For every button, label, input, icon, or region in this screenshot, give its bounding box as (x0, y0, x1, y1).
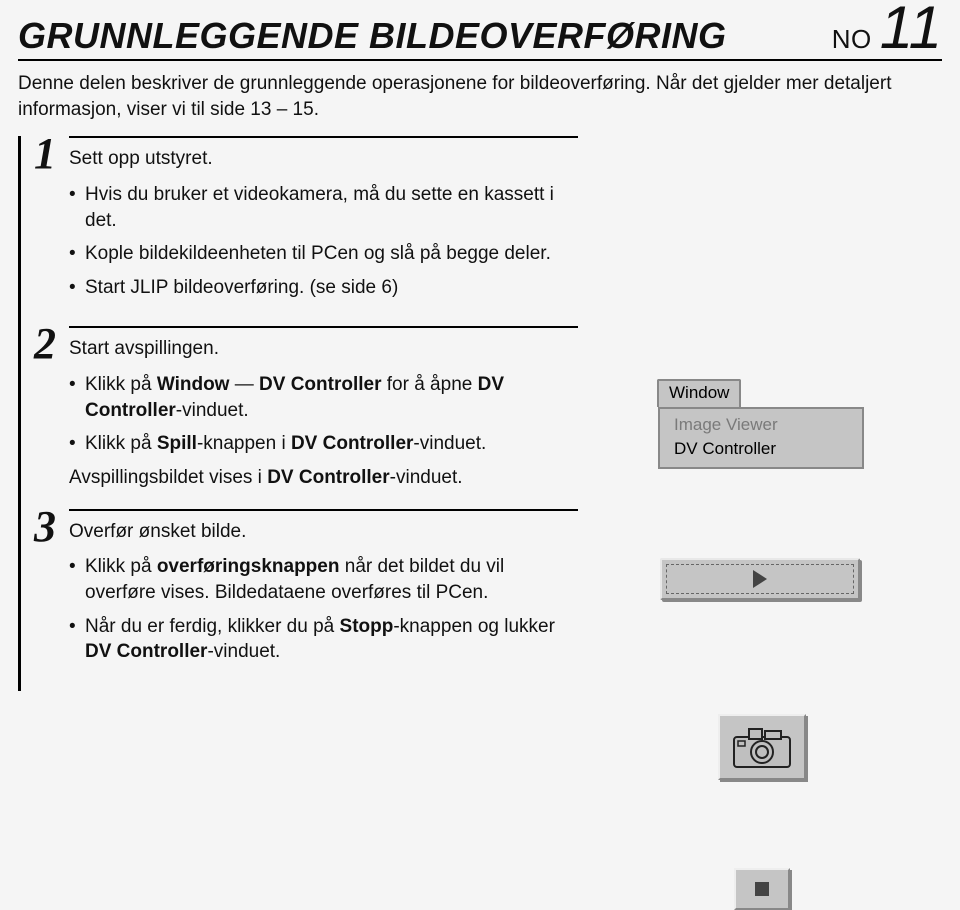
list-item: •Klikk på Spill-knappen i DV Controller-… (69, 431, 568, 457)
step-1: 1 Sett opp utstyret. •Hvis du bruker et … (21, 136, 578, 326)
window-menu: Window Image Viewer DV Controller (658, 379, 864, 469)
play-icon (753, 570, 767, 588)
step-number: 3 (21, 507, 69, 547)
language-code: NO (832, 24, 872, 55)
list-item: •Klikk på overføringsknappen når det bil… (69, 554, 568, 605)
stop-icon (755, 882, 769, 896)
list-item: •Hvis du bruker et videokamera, må du se… (69, 182, 568, 233)
menu-title[interactable]: Window (657, 379, 741, 407)
list-item: •Kople bildekildeenheten til PCen og slå… (69, 241, 568, 267)
menu-item-image-viewer[interactable]: Image Viewer (660, 413, 862, 437)
page-number: 11 (880, 4, 942, 52)
page-header: GRUNNLEGGENDE BILDEOVERFØRING NO 11 (18, 0, 942, 61)
step-lead: Overfør ønsket bilde. (69, 519, 568, 545)
step-trailer: Avspillingsbildet vises i DV Controller-… (69, 465, 568, 491)
list-item: •Når du er ferdig, klikker du på Stopp-k… (69, 614, 568, 665)
step-number: 2 (21, 324, 69, 364)
stop-button[interactable] (734, 868, 790, 910)
intro-paragraph: Denne delen beskriver de grunnleggende o… (18, 71, 942, 122)
step-lead: Sett opp utstyret. (69, 146, 568, 172)
menu-item-dv-controller[interactable]: DV Controller (660, 437, 862, 461)
screenshots-column: Window Image Viewer DV Controller (578, 136, 942, 691)
step-3: 3 Overfør ønsket bilde. •Klikk på overfø… (21, 509, 578, 691)
step-number: 1 (21, 134, 69, 174)
play-button[interactable] (660, 558, 860, 600)
camera-icon (731, 725, 793, 769)
list-item: •Start JLIP bildeoverføring. (se side 6) (69, 275, 568, 301)
step-lead: Start avspillingen. (69, 336, 568, 362)
step-2: 2 Start avspillingen. •Klikk på Window —… (21, 326, 578, 508)
page-title: GRUNNLEGGENDE BILDEOVERFØRING (18, 15, 832, 57)
transfer-button[interactable] (718, 714, 806, 780)
list-item: •Klikk på Window — DV Controller for å å… (69, 372, 568, 423)
steps-column: 1 Sett opp utstyret. •Hvis du bruker et … (18, 136, 578, 691)
